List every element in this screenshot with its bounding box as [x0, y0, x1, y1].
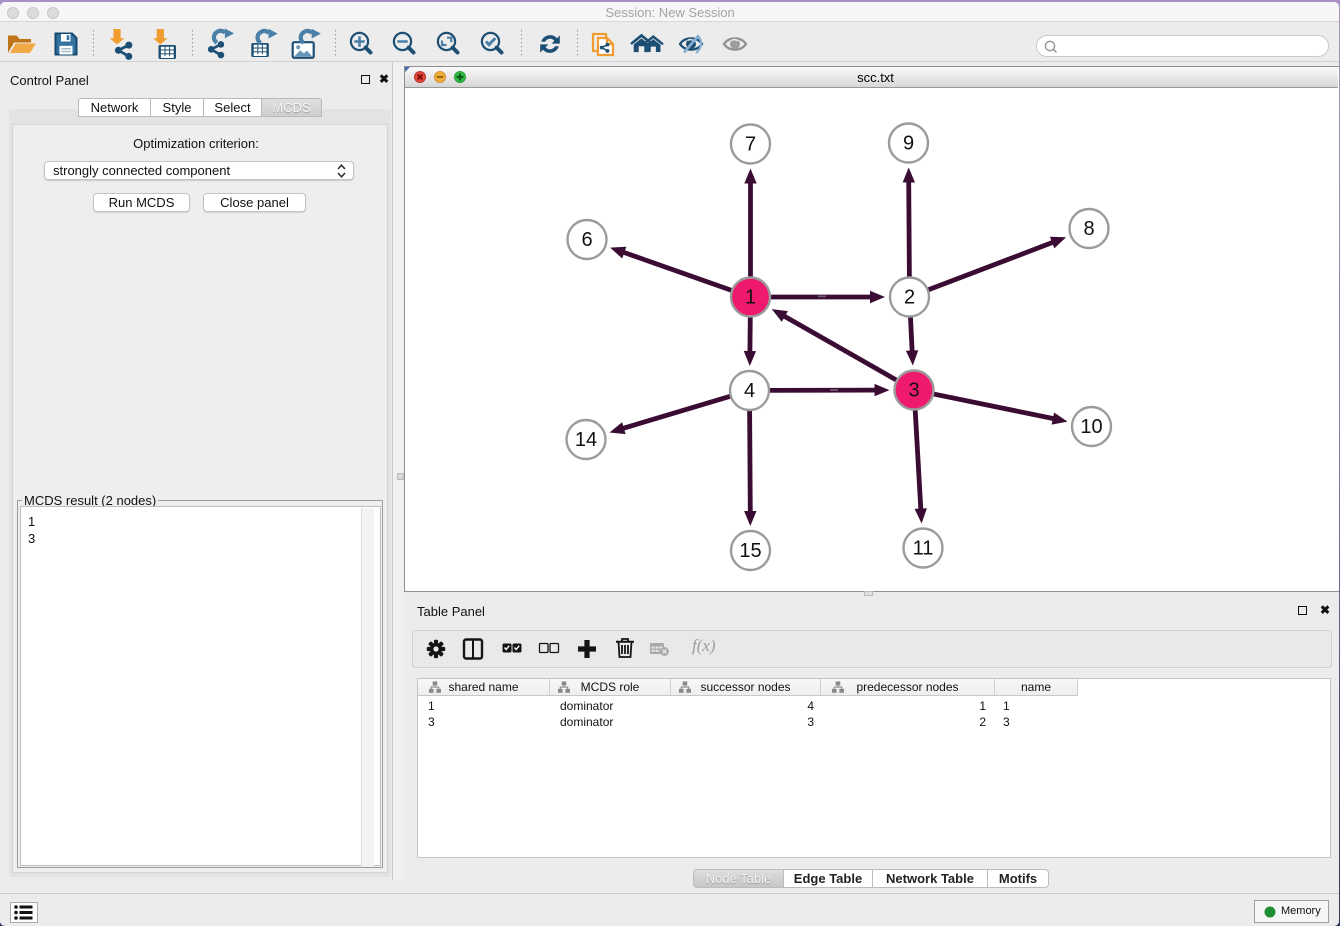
svg-text:9: 9: [903, 133, 914, 155]
svg-text:6: 6: [581, 229, 592, 251]
svg-text:14: 14: [575, 429, 597, 451]
svg-text:1: 1: [745, 287, 756, 309]
svg-text:4: 4: [744, 380, 755, 402]
svg-text:11: 11: [913, 538, 934, 560]
svg-text:3: 3: [908, 380, 919, 402]
svg-text:8: 8: [1083, 218, 1094, 240]
svg-text:15: 15: [739, 540, 761, 562]
svg-text:10: 10: [1080, 416, 1102, 438]
svg-text:2: 2: [904, 287, 915, 309]
svg-text:7: 7: [745, 134, 756, 156]
